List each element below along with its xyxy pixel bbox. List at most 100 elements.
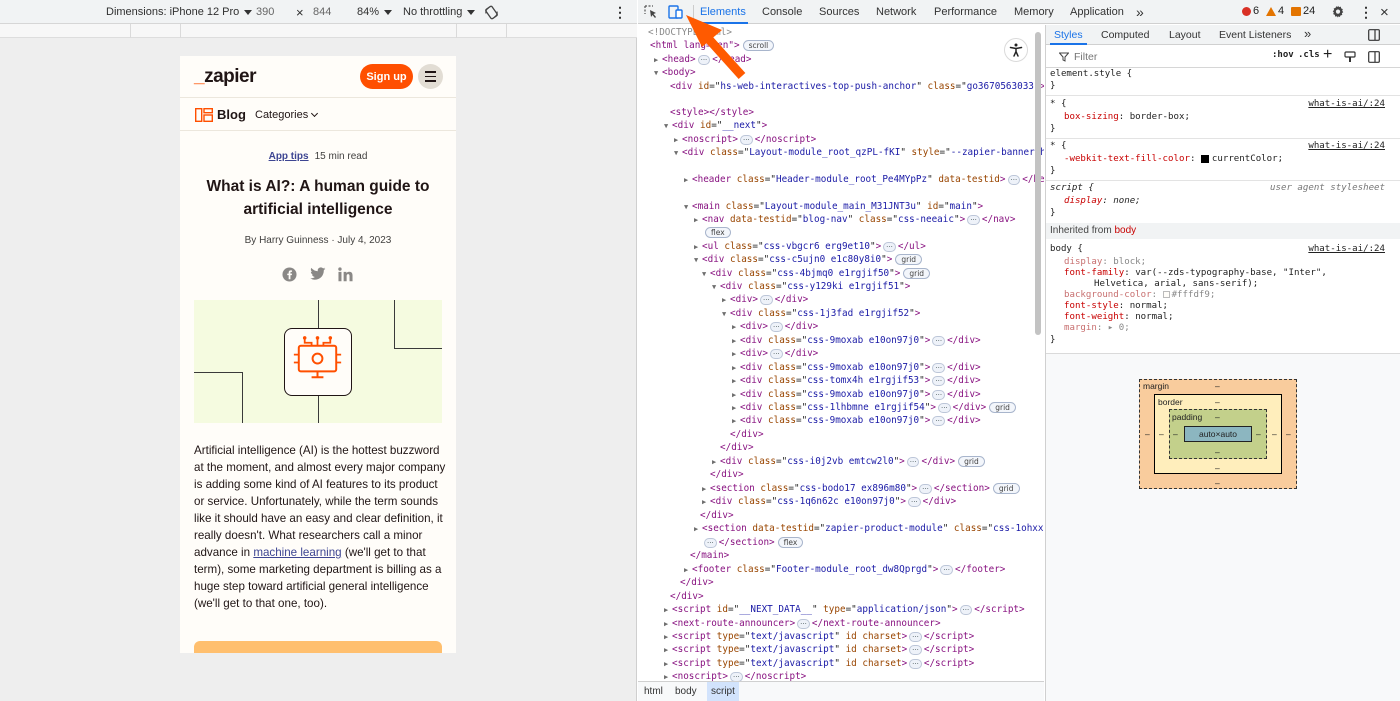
tab-performance[interactable]: Performance [934, 0, 997, 24]
dom-node[interactable]: ▶ <div> ··· </div> [732, 347, 818, 360]
device-more-icon[interactable]: ⋮ [613, 0, 627, 24]
facebook-icon[interactable] [282, 267, 297, 282]
breadcrumb-html[interactable]: html [640, 682, 667, 701]
ellipsis-icon[interactable]: ··· [959, 604, 973, 615]
ellipsis-icon[interactable]: ··· [909, 644, 922, 655]
rotate-button[interactable] [484, 0, 499, 24]
dom-node[interactable]: ▶ <section data-testid="zapier-product-mo… [694, 522, 1044, 535]
ellipsis-icon[interactable]: ··· [940, 564, 954, 575]
dom-node[interactable]: </div> [710, 468, 744, 481]
tag-link[interactable]: App tips [269, 151, 309, 162]
border-right-value[interactable]: – [1272, 429, 1277, 439]
dom-node[interactable]: ··· </section> flex [702, 536, 804, 549]
css-declaration[interactable]: font-weight: normal; [1064, 312, 1174, 324]
accessibility-tree-button[interactable] [1004, 38, 1028, 62]
tab-event-listeners[interactable]: Event Listeners [1219, 25, 1291, 45]
ellipsis-icon[interactable]: ··· [730, 671, 743, 681]
signup-button[interactable]: Sign up [360, 64, 413, 89]
margin-right-value[interactable]: – [1286, 429, 1291, 439]
tab-layout[interactable]: Layout [1169, 25, 1201, 45]
error-count-badge[interactable]: 6 [1242, 5, 1259, 17]
device-toggle-button[interactable] [668, 0, 683, 24]
settings-button[interactable] [1331, 0, 1345, 24]
padding-left-value[interactable]: – [1173, 429, 1178, 439]
box-model-content[interactable]: auto×auto [1184, 426, 1252, 442]
css-declaration[interactable]: margin: ▸ 0; [1064, 323, 1130, 335]
dom-tree-scrollbar[interactable] [1034, 26, 1042, 680]
dom-node[interactable]: </div> [730, 428, 764, 441]
dom-node[interactable]: ▶ <script type="text/javascript" id chars… [664, 643, 974, 656]
css-declaration[interactable]: -webkit-text-fill-color: currentColor; [1064, 154, 1283, 166]
cls-toggle[interactable]: .cls [1298, 50, 1320, 60]
cta-banner[interactable] [194, 641, 442, 653]
grid-badge[interactable]: grid [958, 456, 985, 467]
dom-node[interactable]: </div> [720, 441, 754, 454]
border-bottom-value[interactable]: – [1215, 463, 1220, 473]
scroll-badge[interactable]: scroll [742, 40, 775, 51]
tab-elements[interactable]: Elements [698, 0, 748, 24]
zoom-select[interactable]: 84% [357, 0, 393, 24]
ellipsis-icon[interactable]: ··· [967, 214, 980, 225]
dom-node[interactable]: ▶ <div class="css-1q6n62c e10on97j0"> ··· <… [702, 495, 956, 508]
hov-toggle[interactable]: :hov [1272, 50, 1294, 60]
ellipsis-icon[interactable]: ··· [760, 294, 773, 305]
dom-node[interactable]: flex [702, 226, 731, 239]
dom-node[interactable]: <style></style> [670, 106, 754, 119]
ellipsis-icon[interactable]: ··· [932, 362, 946, 373]
devtools-more-icon[interactable]: ⋮ [1359, 0, 1373, 24]
dom-node[interactable]: ▼ <main class="Layout-module_main_M31JNT3… [684, 200, 983, 213]
ellipsis-icon[interactable]: ··· [937, 402, 951, 413]
css-declaration[interactable]: display: none; [1064, 196, 1141, 208]
tab-sources[interactable]: Sources [819, 0, 859, 24]
dom-node[interactable]: ▶ <head> ··· </head> [654, 53, 752, 66]
ellipsis-icon[interactable]: ··· [704, 537, 717, 548]
dom-node[interactable]: ▶ <div class="css-9moxab e10on97j0"> ··· </… [732, 414, 981, 427]
tab-application[interactable]: Application [1070, 0, 1124, 24]
tab-network[interactable]: Network [876, 0, 916, 24]
ellipsis-icon[interactable]: ··· [932, 375, 946, 386]
grid-badge[interactable]: grid [903, 268, 931, 279]
elements-dom-tree[interactable]: <!DOCTYPE html> <html lang="en"> scroll ▶… [638, 25, 1044, 681]
script-selector[interactable]: script { [1050, 183, 1094, 195]
warning-count-badge[interactable]: 4 [1266, 5, 1284, 17]
css-declaration[interactable]: font-family: var(--zds-typography-base, … [1064, 268, 1327, 280]
scrollbar-thumb[interactable] [1035, 32, 1041, 335]
star-selector[interactable]: * { [1050, 141, 1066, 153]
dom-node[interactable]: ▼ <div class="css-1j3fad e1rgjif52"> [722, 307, 920, 320]
device-select[interactable]: Dimensions: iPhone 12 Pro [106, 0, 253, 24]
dom-node[interactable]: <html lang="en"> scroll [650, 39, 775, 52]
dom-node[interactable]: </div> [680, 576, 714, 589]
dom-node[interactable]: ▶ <section class="css-bodo17 ex896m80"> ··… [702, 482, 1020, 495]
dom-node[interactable]: ▶ <noscript> ··· </noscript> [674, 133, 816, 146]
css-declaration[interactable]: box-sizing: border-box; [1064, 112, 1190, 124]
ellipsis-icon[interactable]: ··· [906, 456, 920, 467]
dom-node[interactable]: <!DOCTYPE html> [648, 26, 732, 39]
ellipsis-icon[interactable]: ··· [932, 415, 946, 426]
ellipsis-icon[interactable]: ··· [740, 134, 753, 145]
css-declaration[interactable]: background-color: #fffdf9; [1064, 290, 1215, 302]
ellipsis-icon[interactable]: ··· [909, 631, 922, 642]
margin-left-value[interactable]: – [1145, 429, 1150, 439]
rule-source-link[interactable]: what-is-ai/:24 [1308, 99, 1385, 109]
ellipsis-icon[interactable]: ··· [907, 496, 921, 507]
twitter-icon[interactable] [310, 267, 326, 281]
dom-node[interactable]: ▶ <div> ··· </div> [722, 293, 808, 306]
issues-count-badge[interactable]: 24 [1291, 5, 1315, 17]
linkedin-icon[interactable] [338, 267, 353, 282]
dom-node[interactable]: ▶ <next-route-announcer> ··· </next-route-a… [664, 617, 941, 630]
dom-node[interactable]: ▶ <script type="text/javascript" id chars… [664, 630, 974, 643]
close-devtools-icon[interactable]: × [1380, 0, 1389, 24]
more-style-tabs[interactable]: » [1304, 25, 1311, 44]
dom-node[interactable]: ▶ <nav data-testid="blog-nav" class="css-… [694, 213, 1015, 226]
width-input[interactable]: 390 [256, 0, 274, 24]
grid-badge[interactable]: grid [992, 483, 1020, 494]
css-declaration[interactable]: display: block; [1064, 257, 1146, 269]
ellipsis-icon[interactable]: ··· [909, 658, 922, 669]
ellipsis-icon[interactable]: ··· [697, 54, 711, 65]
machine-learning-link[interactable]: machine learning [253, 546, 341, 559]
throttling-select[interactable]: No throttling [403, 0, 476, 24]
menu-button[interactable] [418, 64, 443, 89]
tab-memory[interactable]: Memory [1014, 0, 1054, 24]
body-selector[interactable]: body { [1050, 244, 1083, 256]
dom-node[interactable]: ▼ <div id="__next"> [664, 119, 767, 132]
